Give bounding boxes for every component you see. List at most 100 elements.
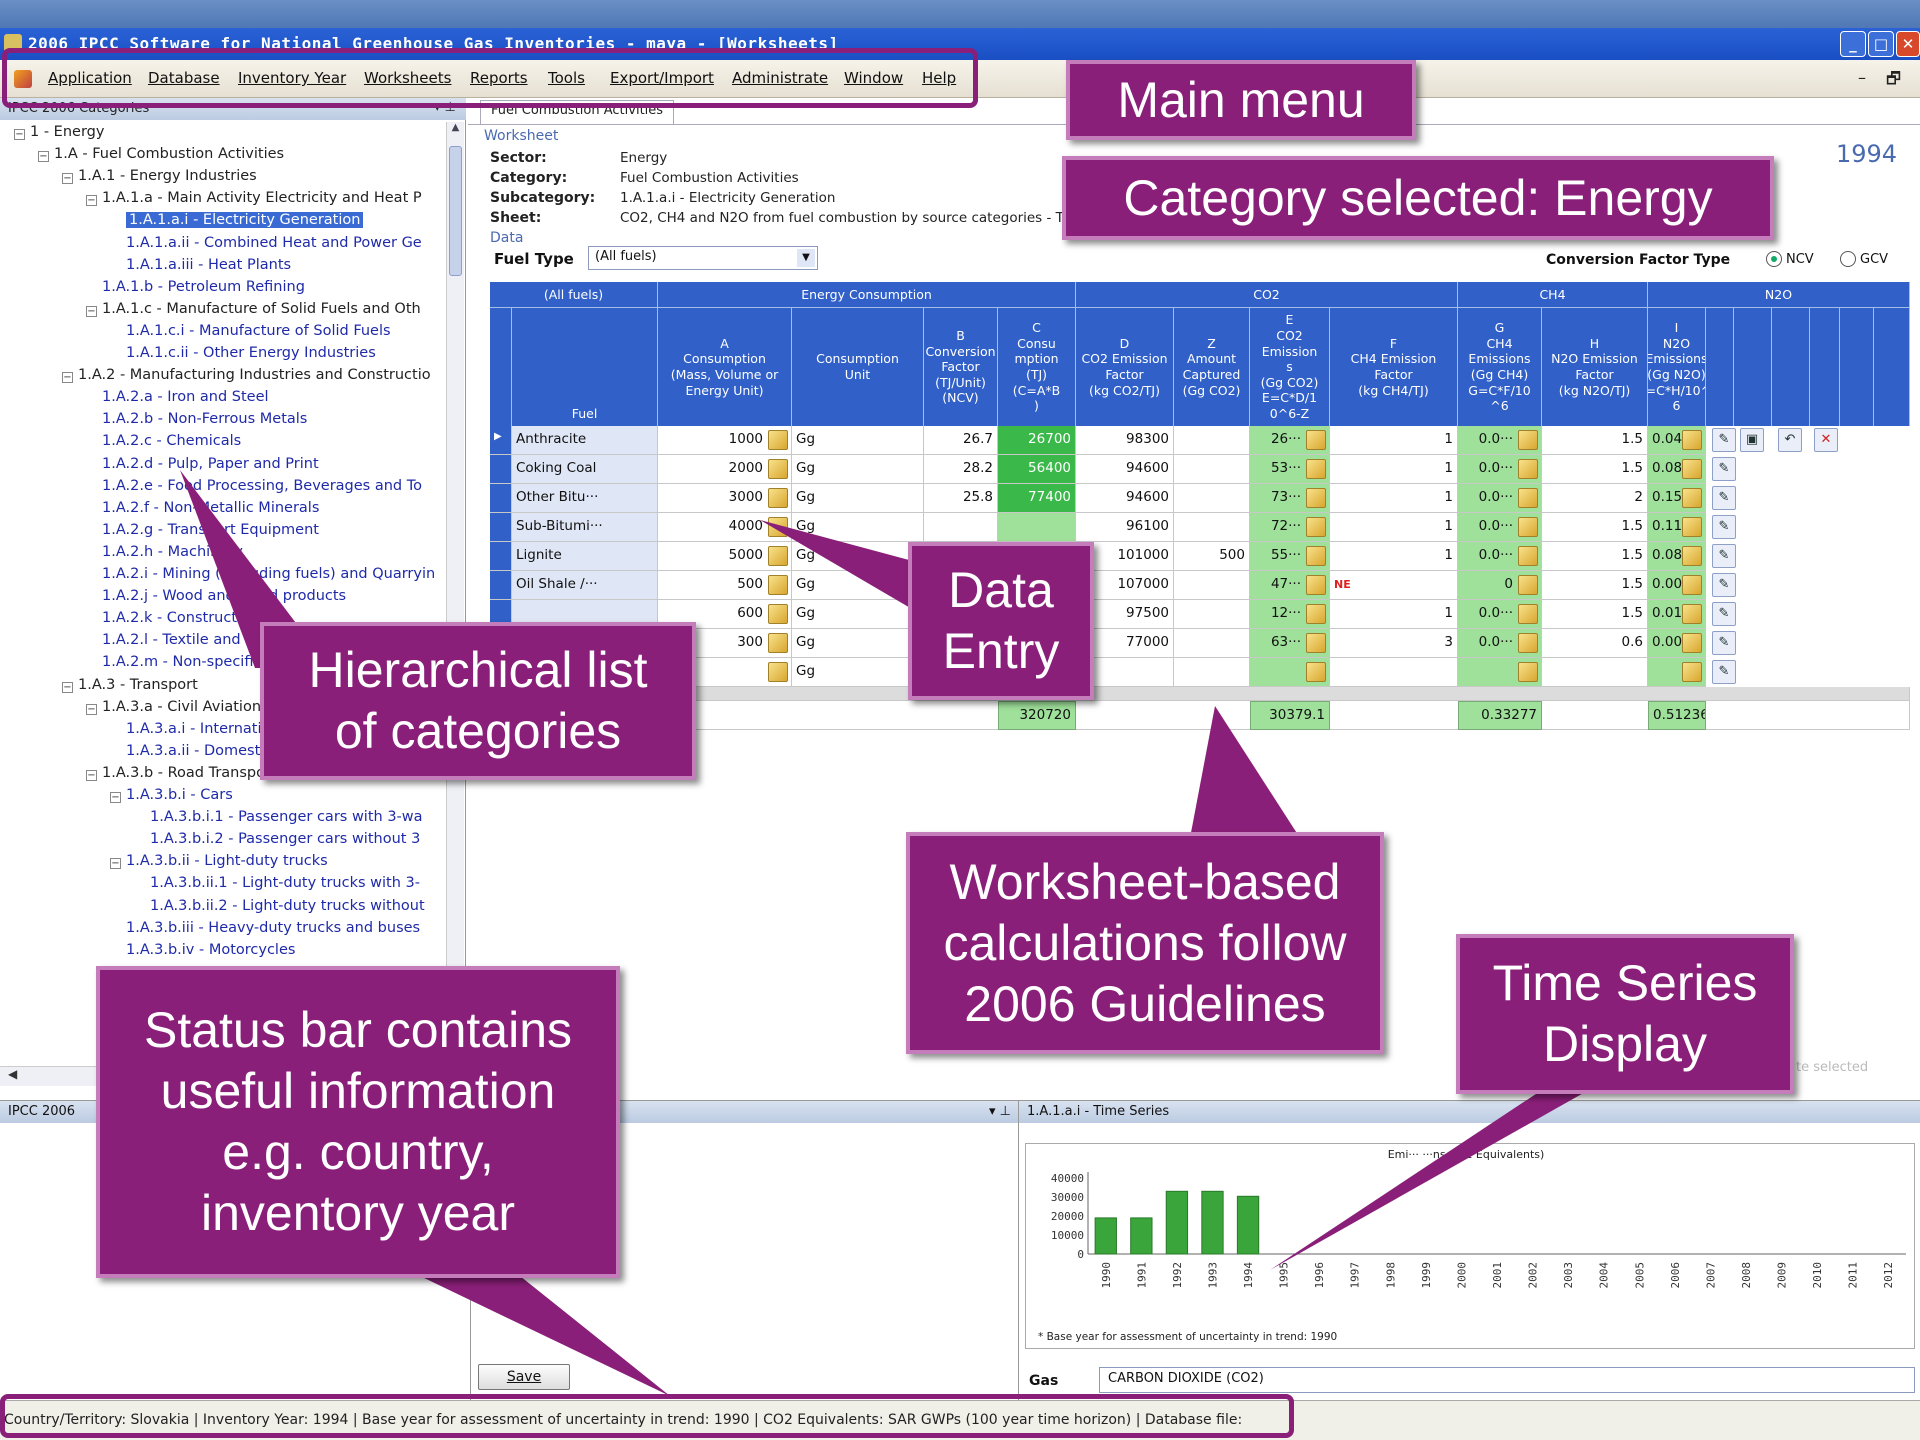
tree-node[interactable]: 1.A.3.b.ii.1 - Light-duty trucks with 3- — [150, 875, 420, 891]
edit-pencil-icon[interactable] — [1518, 546, 1538, 566]
tree-expander-icon[interactable]: − — [110, 858, 121, 870]
grid-cell-d[interactable]: 98300 — [1076, 426, 1174, 455]
edit-pencil-icon[interactable] — [1518, 604, 1538, 624]
grid-cell-z[interactable] — [1174, 600, 1250, 629]
tree-expander-icon[interactable]: − — [110, 792, 121, 803]
tree-node[interactable]: 1.A.3.b.ii.2 - Light-duty trucks without — [150, 898, 425, 914]
grid-cell-f[interactable]: 1 — [1330, 600, 1458, 629]
tree-node[interactable]: 1.A.2.g - Transport Equipment — [102, 522, 319, 538]
edit-pencil-icon[interactable] — [1306, 430, 1326, 450]
edit-pencil-icon[interactable] — [1306, 662, 1326, 682]
tree-node[interactable]: 1.A.1.c - Manufacture of Solid Fuels and… — [102, 301, 421, 317]
tree-node[interactable]: 1.A.2.d - Pulp, Paper and Print — [102, 456, 319, 472]
grid-cell-unit[interactable]: Gg — [792, 629, 924, 658]
scroll-up-icon[interactable]: ▲ — [447, 122, 464, 133]
tree-expander-icon[interactable]: − — [62, 173, 73, 185]
grid-cell-d[interactable]: 94600 — [1076, 455, 1174, 484]
grid-cell-h[interactable]: 0.6 — [1542, 629, 1648, 658]
tree-node[interactable]: 1.A.3.b.i.2 - Passenger cars without 3 — [150, 831, 420, 847]
grid-cell-unit[interactable]: Gg — [792, 484, 924, 513]
edit-pencil-icon[interactable] — [1682, 604, 1702, 624]
tree-node[interactable]: 1.A.3.b.iv - Motorcycles — [126, 942, 295, 958]
grid-cell-c[interactable]: 56400 — [998, 455, 1076, 484]
save-row-icon[interactable]: ▣ — [1740, 428, 1764, 452]
save-button[interactable]: Save — [478, 1364, 570, 1390]
delete-icon[interactable]: ✕ — [1814, 428, 1838, 452]
edit-pencil-icon[interactable] — [1306, 633, 1326, 653]
grid-cell-f[interactable]: 1 — [1330, 426, 1458, 455]
tree-expander-icon[interactable]: − — [62, 681, 73, 693]
tree-node[interactable]: 1.A.1.c.ii - Other Energy Industries — [126, 345, 376, 361]
edit-pencil-icon[interactable] — [768, 633, 788, 653]
edit-pencil-icon[interactable] — [768, 488, 788, 508]
grid-cell-unit[interactable]: Gg — [792, 426, 924, 455]
grid-cell-c[interactable]: 77400 — [998, 484, 1076, 513]
tree-node[interactable]: 1.A.1.c.i - Manufacture of Solid Fuels — [126, 323, 391, 339]
grid-cell-b[interactable]: 25.8 — [924, 484, 998, 513]
tree-node[interactable]: 1.A.1 - Energy Industries — [78, 168, 257, 184]
tree-node[interactable]: 1.A.2.c - Chemicals — [102, 433, 241, 449]
edit-pencil-icon[interactable] — [1518, 459, 1538, 479]
row-header[interactable] — [490, 455, 512, 484]
tree-node[interactable]: 1.A.1.a - Main Activity Electricity and … — [102, 190, 422, 206]
edit-pencil-icon[interactable] — [1518, 662, 1538, 682]
edit-pencil-icon[interactable] — [1518, 517, 1538, 537]
grid-cell-c[interactable]: 26700 — [998, 426, 1076, 455]
row-header[interactable]: ▶ — [490, 426, 512, 455]
edit-pencil-icon[interactable] — [1682, 459, 1702, 479]
edit-pencil-icon[interactable] — [1682, 517, 1702, 537]
edit-pencil-icon[interactable] — [768, 546, 788, 566]
tree-expander-icon[interactable]: − — [38, 151, 49, 163]
ncv-radio[interactable] — [1766, 251, 1782, 267]
grid-cell-d[interactable]: 96100 — [1076, 513, 1174, 542]
notes-icon[interactable]: ✎ — [1712, 660, 1736, 684]
edit-pencil-icon[interactable] — [1682, 546, 1702, 566]
tree-expander-icon[interactable]: − — [86, 703, 97, 715]
tree-node[interactable]: 1.A.2.i - Mining (excluding fuels) and Q… — [102, 566, 435, 582]
edit-pencil-icon[interactable] — [768, 575, 788, 595]
grid-cell-unit[interactable]: Gg — [792, 658, 924, 687]
tree-node[interactable]: 1.A.2.f - Non-Metallic Minerals — [102, 500, 319, 516]
edit-pencil-icon[interactable] — [1682, 575, 1702, 595]
grid-cell-unit[interactable]: Gg — [792, 600, 924, 629]
row-header[interactable] — [490, 484, 512, 513]
notes-icon[interactable]: ✎ — [1712, 457, 1736, 481]
tree-node[interactable]: 1.A.2.a - Iron and Steel — [102, 389, 269, 405]
grid-cell-unit[interactable]: Gg — [792, 455, 924, 484]
grid-cell-z[interactable] — [1174, 658, 1250, 687]
grid-cell-f[interactable]: 1 — [1330, 542, 1458, 571]
grid-cell-d[interactable]: 94600 — [1076, 484, 1174, 513]
grid-cell-unit[interactable]: Gg — [792, 542, 924, 571]
notes-icon[interactable]: ✎ — [1712, 573, 1736, 597]
grid-cell-z[interactable] — [1174, 629, 1250, 658]
edit-pencil-icon[interactable] — [1306, 546, 1326, 566]
grid-cell-h[interactable]: 1.5 — [1542, 571, 1648, 600]
edit-pencil-icon[interactable] — [768, 459, 788, 479]
row-header[interactable] — [490, 571, 512, 600]
grid-cell-f[interactable] — [1330, 658, 1458, 687]
grid-cell-fuel[interactable]: Other Bitu··· — [512, 484, 658, 513]
mdi-restore-button[interactable]: 🗗 — [1886, 68, 1901, 95]
edit-pencil-icon[interactable] — [1682, 488, 1702, 508]
tree-node[interactable]: 1.A - Fuel Combustion Activities — [54, 146, 284, 162]
edit-pencil-icon[interactable] — [1306, 517, 1326, 537]
grid-cell-f[interactable]: 3 — [1330, 629, 1458, 658]
edit-pencil-icon[interactable] — [1518, 575, 1538, 595]
grid-cell-b[interactable]: 28.2 — [924, 455, 998, 484]
tree-expander-icon[interactable]: − — [86, 305, 97, 317]
tree-node[interactable]: 1.A.1.b - Petroleum Refining — [102, 279, 305, 295]
edit-pencil-icon[interactable] — [1682, 430, 1702, 450]
tree-node[interactable]: 1.A.1.a.ii - Combined Heat and Power Ge — [126, 235, 422, 251]
notes-icon[interactable]: ✎ — [1712, 428, 1736, 452]
grid-cell-fuel[interactable]: Anthracite — [512, 426, 658, 455]
grid-cell-h[interactable]: 1.5 — [1542, 542, 1648, 571]
tree-expander-icon[interactable]: − — [62, 372, 73, 384]
edit-pencil-icon[interactable] — [768, 517, 788, 537]
grid-cell-z[interactable] — [1174, 571, 1250, 600]
grid-cell-f[interactable]: NE — [1330, 571, 1458, 600]
edit-pencil-icon[interactable] — [1682, 662, 1702, 682]
notes-icon[interactable]: ✎ — [1712, 486, 1736, 510]
edit-pencil-icon[interactable] — [1518, 430, 1538, 450]
grid-cell-fuel[interactable]: Oil Shale /··· — [512, 571, 658, 600]
edit-pencil-icon[interactable] — [1306, 459, 1326, 479]
